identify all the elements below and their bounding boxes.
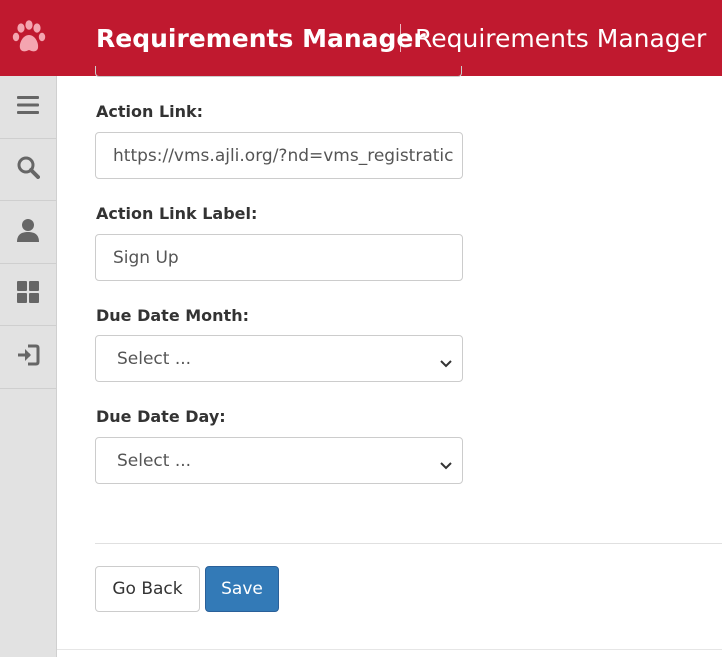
chevron-down-icon	[439, 354, 453, 374]
action-link-label-input[interactable]: Sign Up	[95, 234, 463, 281]
app-header: Requirements Manager Requirements Manage…	[0, 0, 722, 76]
sidebar-item-profile[interactable]	[0, 201, 56, 264]
sidebar-item-menu[interactable]	[0, 76, 56, 139]
due-date-day-label: Due Date Day:	[96, 407, 226, 426]
sidebar-item-logout[interactable]	[0, 326, 56, 389]
action-link-input[interactable]: https://vms.ajli.org/?nd=vms_registratic	[95, 132, 463, 179]
user-icon	[16, 218, 40, 246]
due-date-month-value: Select ...	[117, 348, 192, 369]
sidebar	[0, 76, 57, 657]
due-date-day-select[interactable]: Select ...	[95, 437, 463, 484]
page-title: Requirements Manager	[415, 24, 707, 53]
bottom-rule	[57, 649, 722, 650]
logout-icon	[16, 344, 40, 370]
paw-print-icon[interactable]	[0, 0, 57, 76]
go-back-button[interactable]: Go Back	[95, 566, 200, 612]
app-title: Requirements Manager	[96, 24, 426, 53]
action-link-label: Action Link:	[96, 102, 204, 121]
title-divider	[400, 24, 401, 52]
sidebar-item-search[interactable]	[0, 139, 56, 201]
due-date-month-select[interactable]: Select ...	[95, 335, 463, 382]
dashboard-icon	[17, 281, 39, 307]
action-link-label-label: Action Link Label:	[96, 204, 258, 223]
menu-icon	[17, 95, 39, 119]
main-content: Action Link: https://vms.ajli.org/?nd=vm…	[57, 66, 722, 657]
previous-field-edge	[95, 66, 462, 77]
save-button[interactable]: Save	[205, 566, 279, 612]
chevron-down-icon	[439, 456, 453, 476]
due-date-month-label: Due Date Month:	[96, 306, 249, 325]
search-icon	[16, 155, 40, 183]
sidebar-item-dashboard[interactable]	[0, 264, 56, 326]
due-date-day-value: Select ...	[117, 450, 192, 471]
form-divider	[95, 543, 722, 544]
